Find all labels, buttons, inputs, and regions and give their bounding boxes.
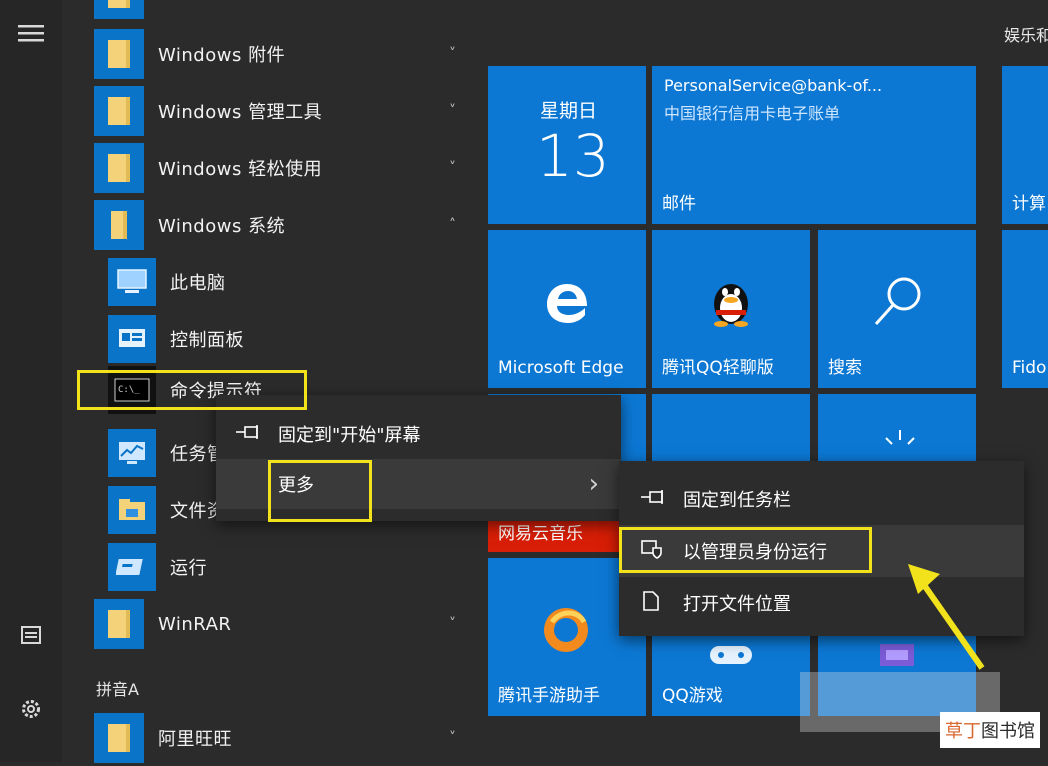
file-icon [641,591,661,615]
app-row-label: Windows 系统 [158,216,286,237]
tile-calendar[interactable]: 星期日 13 [488,66,646,224]
tile-label: 腾讯手游助手 [498,686,600,706]
menu-item-pin-to-start[interactable]: 固定到"开始"屏幕 [216,409,621,459]
watermark-part2: 图书馆 [981,721,1035,742]
folder-open-icon [94,200,144,250]
app-row-this-pc[interactable]: 此电脑 [108,254,498,310]
chevron-down-icon[interactable]: ˅ [449,46,456,62]
app-row-top-partial[interactable] [94,0,484,22]
tile-group-header[interactable]: 娱乐和 [1004,22,1048,46]
app-row-label: Windows 轻松使用 [158,159,323,180]
app-row-label: 阿里旺旺 [158,729,232,750]
qq-games-icon [706,640,756,674]
calendar-day: 星期日 [540,100,598,122]
tile-label: 计算 [1012,194,1046,214]
tile-edge[interactable]: Microsoft Edge [488,230,646,388]
folder-icon [94,713,144,763]
folder-icon [94,599,144,649]
chevron-down-icon[interactable]: ˅ [449,103,456,119]
folder-icon [94,86,144,136]
annotation-arrow-icon [908,564,985,670]
calendar-date: 13 [536,122,610,190]
mail-subject: 中国银行信用卡电子账单 [664,104,841,123]
tile-label: 搜索 [828,358,862,378]
control-panel-icon [108,315,156,363]
chevron-up-icon[interactable]: ˄ [449,217,456,233]
tile-calculator[interactable]: 计算 [1002,66,1048,224]
app-row-run[interactable]: 运行 [108,539,498,595]
sun-icon [880,428,920,462]
app-row-windows-accessories[interactable]: Windows 附件 ˅ [94,26,484,82]
document-icon[interactable] [16,620,46,650]
start-left-rail [0,0,62,762]
app-row-winrar[interactable]: WinRAR ˅ [94,596,484,652]
pin-icon [641,489,663,509]
highlight-box-command-prompt [77,370,307,410]
search-icon [870,274,926,334]
tile-mail[interactable]: PersonalService@bank-of... 中国银行信用卡电子账单 邮… [652,66,976,224]
chevron-down-icon[interactable]: ˅ [449,730,456,746]
tile-label: Fido [1012,358,1047,378]
file-explorer-icon [108,486,156,534]
tile-label: 网易云音乐 [498,524,583,544]
app-row-windows-system[interactable]: Windows 系统 ˄ [94,197,484,253]
menu-item-label: 固定到"开始"屏幕 [278,425,421,446]
watermark-logo: 草丁 图书馆 [940,712,1040,748]
folder-icon [94,0,144,19]
folder-icon [94,143,144,193]
tile-label: 腾讯QQ轻聊版 [662,358,774,378]
tile-qq[interactable]: 腾讯QQ轻聊版 [652,230,810,388]
folder-icon [94,29,144,79]
task-manager-icon [108,429,156,477]
menu-item-pin-to-taskbar[interactable]: 固定到任务栏 [619,473,1024,525]
app-row-windows-admin-tools[interactable]: Windows 管理工具 ˅ [94,83,484,139]
tile-search[interactable]: 搜索 [818,230,976,388]
app-row-label: Windows 管理工具 [158,102,323,123]
app-row-label: 运行 [170,558,207,579]
chevron-right-icon: › [588,469,599,499]
gear-icon[interactable] [16,694,46,724]
menu-item-label: 固定到任务栏 [683,490,791,511]
tile-fido[interactable]: Fido [1002,230,1048,388]
hamburger-icon[interactable] [16,18,46,48]
app-row-label: WinRAR [158,613,232,635]
edge-icon [542,278,592,332]
app-row-label: Windows 附件 [158,45,286,66]
tencent-game-helper-icon [538,602,594,662]
qq-penguin-icon [708,274,754,332]
watermark-part1: 草丁 [945,721,981,742]
tile-label: QQ游戏 [662,686,723,706]
computer-icon [108,258,156,306]
tile-label: 邮件 [662,194,696,214]
section-letter-header[interactable]: 拼音A [96,676,139,700]
app-row-label: 控制面板 [170,330,244,351]
app-row-aliwangwang[interactable]: 阿里旺旺 ˅ [94,710,484,766]
highlight-box-run-as-admin [619,527,872,573]
mail-sender: PersonalService@bank-of... [664,76,883,95]
highlight-box-more [268,460,372,522]
menu-item-label: 打开文件位置 [683,594,791,615]
chevron-down-icon[interactable]: ˅ [449,616,456,632]
app-row-control-panel[interactable]: 控制面板 [108,311,498,367]
chevron-down-icon[interactable]: ˅ [449,160,456,176]
run-icon [108,543,156,591]
app-row-label: 此电脑 [170,273,226,294]
app-row-windows-ease-of-access[interactable]: Windows 轻松使用 ˅ [94,140,484,196]
tile-label: Microsoft Edge [498,358,624,378]
pin-icon [236,424,262,444]
